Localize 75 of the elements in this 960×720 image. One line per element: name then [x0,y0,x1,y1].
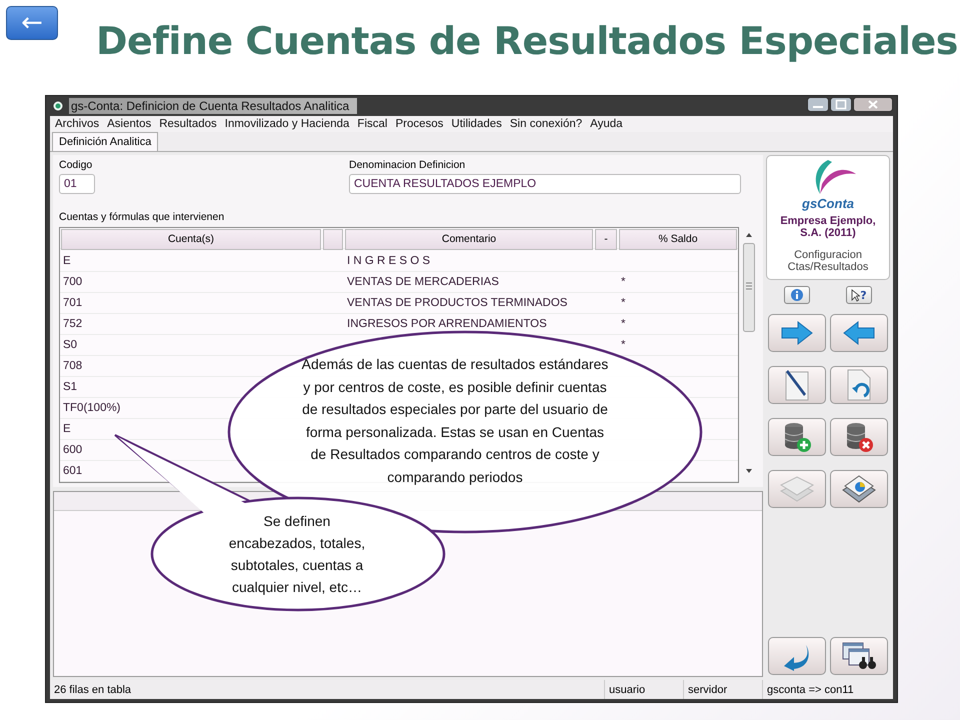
add-record-button[interactable] [768,418,826,456]
back-button[interactable]: ← [6,6,58,40]
menu-item[interactable]: Inmovilizado y Hacienda [224,118,350,130]
table-cell-text: S0 [62,338,78,353]
callout-text: Se definen encabezados, totales, subtotales, cuentas a cualquier nivel, etc… [228,512,366,597]
input-field[interactable]: CUENTA RESULTADOS EJEMPLO [349,174,741,194]
close-icon[interactable] [853,96,893,112]
field-label: Denominacion Definicion [349,159,466,171]
table-cell-text: E [62,254,71,269]
menu-item[interactable]: Utilidades [451,118,502,130]
table-cell-text: 600 [62,443,82,458]
module-name: Configuracion Ctas/Resultados [786,249,870,273]
table-cell-text: 601 [62,464,82,479]
database-delete-icon [844,421,874,453]
table-cell-text: INGRESOS POR ARRENDAMIENTOS [346,317,547,332]
tab[interactable]: Definición Analitica [52,132,158,151]
search-button[interactable] [830,637,888,675]
column-header[interactable]: % Saldo [619,229,737,250]
minimize-icon[interactable] [807,96,829,112]
table-cell-text: 708 [62,359,82,374]
table-cell-text: S1 [62,380,78,395]
input-field[interactable]: 01 [59,174,95,194]
table-cell-text: 701 [62,296,82,311]
cursor-icon [851,288,860,302]
company-name: Empresa Ejemplo, S.A. (2011) [779,215,877,239]
table-cell-text: * [620,296,626,311]
callout-text: Además de las cuentas de resultados estándares y por centros de coste, es posible definir cuentas de resultados especiales por parte del usuario de forma personalizada. Estas se usan en Cuentas de Resultados comparando centros de coste y comparando periodos [300,355,610,487]
table-cell-text: 752 [62,317,82,332]
help-button[interactable]: ? [846,286,872,304]
maximize-icon[interactable] [830,96,852,112]
slide-title: Define Cuentas de Resultados Especiales [96,18,958,62]
menu-item[interactable]: Resultados [159,118,217,130]
brand-name: gsConta [802,196,854,211]
next-button[interactable] [768,314,826,352]
info-button[interactable] [784,286,810,304]
status-text: usuario [604,680,683,699]
app-icon [53,101,63,111]
edit-button[interactable] [768,366,826,404]
undo-edit-button[interactable] [830,366,888,404]
chart-pages-icon [841,474,877,504]
info-icon [790,288,804,302]
column-header[interactable]: Cuenta(s) [61,229,321,250]
column-header[interactable]: Comentario [345,229,593,250]
previous-button[interactable] [830,314,888,352]
copy-button[interactable] [768,470,826,508]
report-button[interactable] [830,470,888,508]
menu-item[interactable]: Procesos [395,118,444,130]
menu-item[interactable]: Sin conexión? [510,118,582,130]
arrow-left-icon [842,320,876,346]
delete-record-button[interactable] [830,418,888,456]
table-cell-text: * [620,317,626,332]
table-cell-text: VENTAS DE PRODUCTOS TERMINADOS [346,296,568,311]
arrow-right-icon [780,320,814,346]
table-cell-text: VENTAS DE MERCADERIAS [346,275,499,290]
stacked-pages-icon [779,475,815,503]
database-add-icon [782,421,812,453]
window-title: gs-Conta: Definicion de Cuenta Resultados Analitica [69,98,358,114]
table-cell-text: TF0(100%) [62,401,121,416]
table-cell-text: * [620,275,626,290]
table-cell-text: * [620,338,626,353]
status-text: gsconta => con11 [762,680,893,699]
table-cell-text: 700 [62,275,82,290]
menu-item[interactable]: Archivos [55,118,100,130]
table-cell-text: E [62,422,71,437]
status-text: 26 filas en tabla [53,682,132,698]
status-text: servidor [683,680,762,699]
table-caption: Cuentas y fórmulas que intervienen [59,211,226,223]
table-cell-text: I N G R E S O S [346,254,430,269]
return-button[interactable] [768,637,826,675]
menu-item[interactable]: Asientos [107,118,152,130]
menu-item[interactable]: Ayuda [590,118,623,130]
field-label: Codigo [59,159,94,171]
windows-binoculars-icon [841,641,877,671]
column-header[interactable]: - [595,229,617,250]
menu-item[interactable]: Fiscal [357,118,388,130]
